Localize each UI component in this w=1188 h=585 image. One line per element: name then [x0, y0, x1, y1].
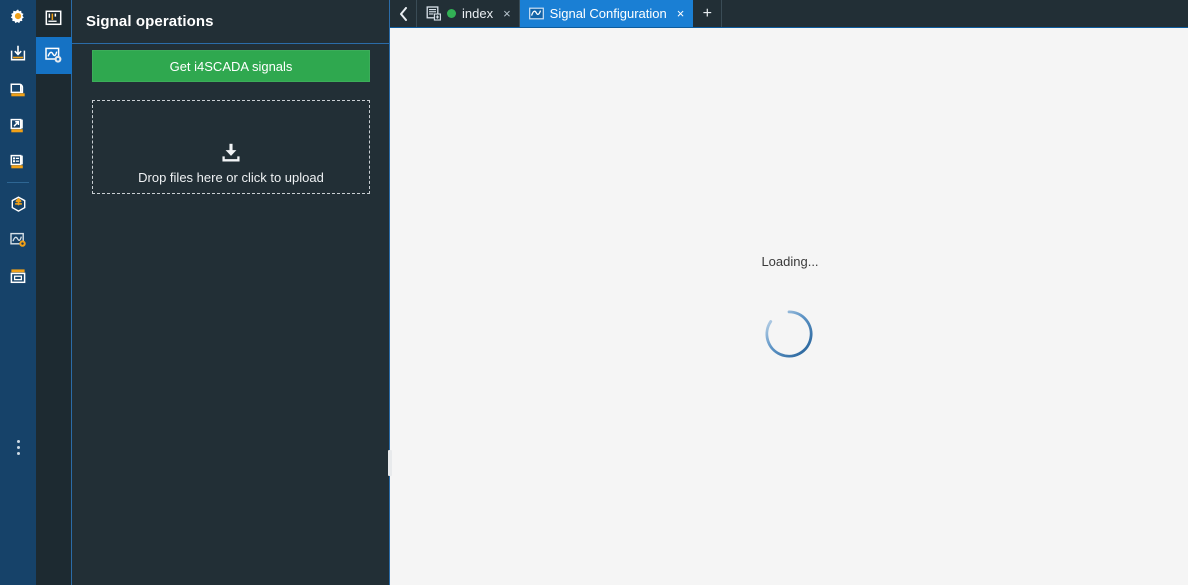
- tab-close-button[interactable]: ×: [503, 7, 511, 20]
- tab-scroll-back-button[interactable]: [390, 0, 417, 27]
- sidebar-item-archive-box[interactable]: [0, 258, 36, 294]
- dropzone-label: Drop files here or click to upload: [138, 170, 324, 185]
- dashboard-widgets-icon: [45, 10, 62, 26]
- module-item-dashboard-widgets[interactable]: [36, 0, 72, 37]
- tab-bar-filler: [722, 0, 1188, 27]
- content-area: Loading...: [390, 28, 1188, 585]
- rail-divider: [7, 182, 29, 183]
- tab-label: Signal Configuration: [549, 6, 667, 21]
- loading-indicator: Loading...: [390, 254, 1188, 361]
- get-i4scada-signals-button[interactable]: Get i4SCADA signals: [92, 50, 370, 82]
- chevron-left-icon: [399, 6, 407, 21]
- tab-index[interactable]: index ×: [417, 0, 520, 27]
- tab-bar: index × Signal Configuration × +: [390, 0, 1188, 28]
- project-folder-icon: [10, 83, 25, 97]
- page-add-icon: [426, 6, 441, 21]
- file-dropzone[interactable]: Drop files here or click to upload: [92, 100, 370, 194]
- panel-header: Signal operations: [72, 0, 389, 44]
- export-arrow-icon: [10, 118, 23, 133]
- sidebar-item-export-arrow[interactable]: [0, 108, 36, 144]
- settings-gear-icon: [10, 9, 24, 24]
- sidebar-item-report-list[interactable]: [0, 144, 36, 180]
- download-tray-icon: [219, 142, 243, 164]
- tab-close-button[interactable]: ×: [677, 7, 685, 20]
- import-download-icon: [10, 45, 26, 61]
- module-rail: [35, 0, 72, 585]
- overflow-dot: [16, 445, 20, 449]
- signal-config-icon: [9, 232, 26, 247]
- panel-splitter[interactable]: [386, 0, 393, 585]
- loading-spinner-icon: [765, 310, 813, 358]
- left-icon-rail: [0, 0, 36, 585]
- module-item-signal-configuration[interactable]: [35, 37, 72, 74]
- signal-operations-panel: Signal operations Get i4SCADA signals Dr…: [72, 0, 393, 585]
- page-title: Signal operations: [86, 13, 214, 30]
- waveform-icon: [528, 6, 544, 21]
- status-badge: [447, 9, 456, 18]
- report-list-icon: [10, 154, 23, 169]
- tab-label: index: [462, 6, 494, 21]
- loading-text: Loading...: [761, 254, 819, 269]
- tab-signal-configuration[interactable]: Signal Configuration ×: [519, 0, 694, 27]
- sidebar-item-project-folder[interactable]: [0, 72, 36, 108]
- sidebar-item-signal-config[interactable]: [0, 222, 36, 258]
- overflow-dot: [16, 451, 20, 455]
- application-window: Signal operations Get i4SCADA signals Dr…: [0, 0, 1188, 585]
- add-tab-button[interactable]: +: [693, 0, 723, 27]
- sidebar-item-settings-gear[interactable]: [0, 0, 36, 36]
- splitter-handle[interactable]: [388, 450, 392, 476]
- overflow-dot: [16, 439, 20, 443]
- sidebar-item-deploy-package[interactable]: [0, 186, 36, 222]
- sidebar-item-import-download[interactable]: [0, 36, 36, 72]
- panel-body: Get i4SCADA signals Drop files here or c…: [72, 44, 389, 585]
- archive-box-icon: [10, 269, 26, 284]
- deploy-package-icon: [11, 195, 25, 212]
- rail-overflow-menu-button[interactable]: [0, 430, 36, 464]
- main-area: index × Signal Configuration × + Loading…: [390, 0, 1188, 585]
- signal-configuration-icon: [44, 47, 61, 63]
